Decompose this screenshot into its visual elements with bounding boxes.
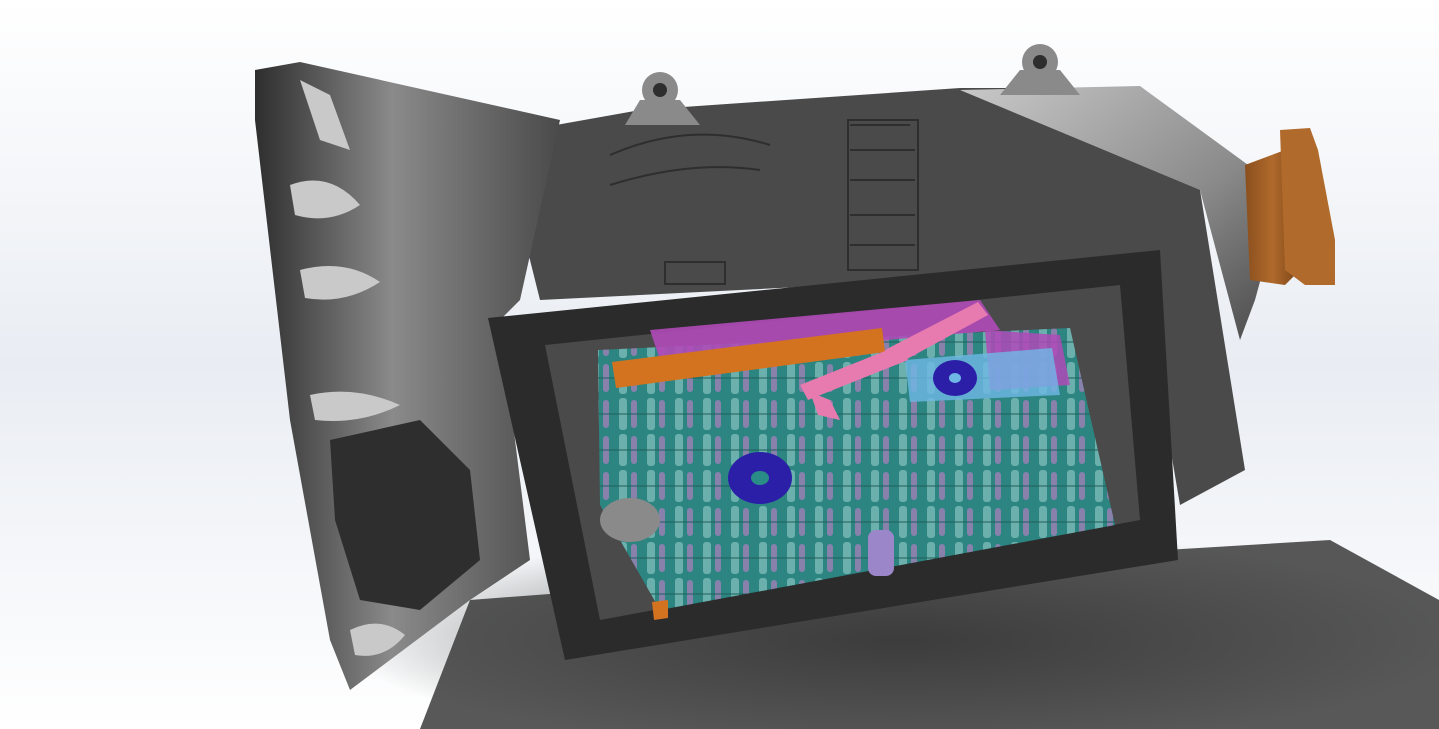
solenoid — [868, 530, 894, 576]
cad-viewport — [0, 0, 1439, 729]
accumulator-bore — [600, 498, 660, 542]
separator-plate-tab — [652, 600, 668, 620]
transmission-render — [0, 0, 1439, 729]
